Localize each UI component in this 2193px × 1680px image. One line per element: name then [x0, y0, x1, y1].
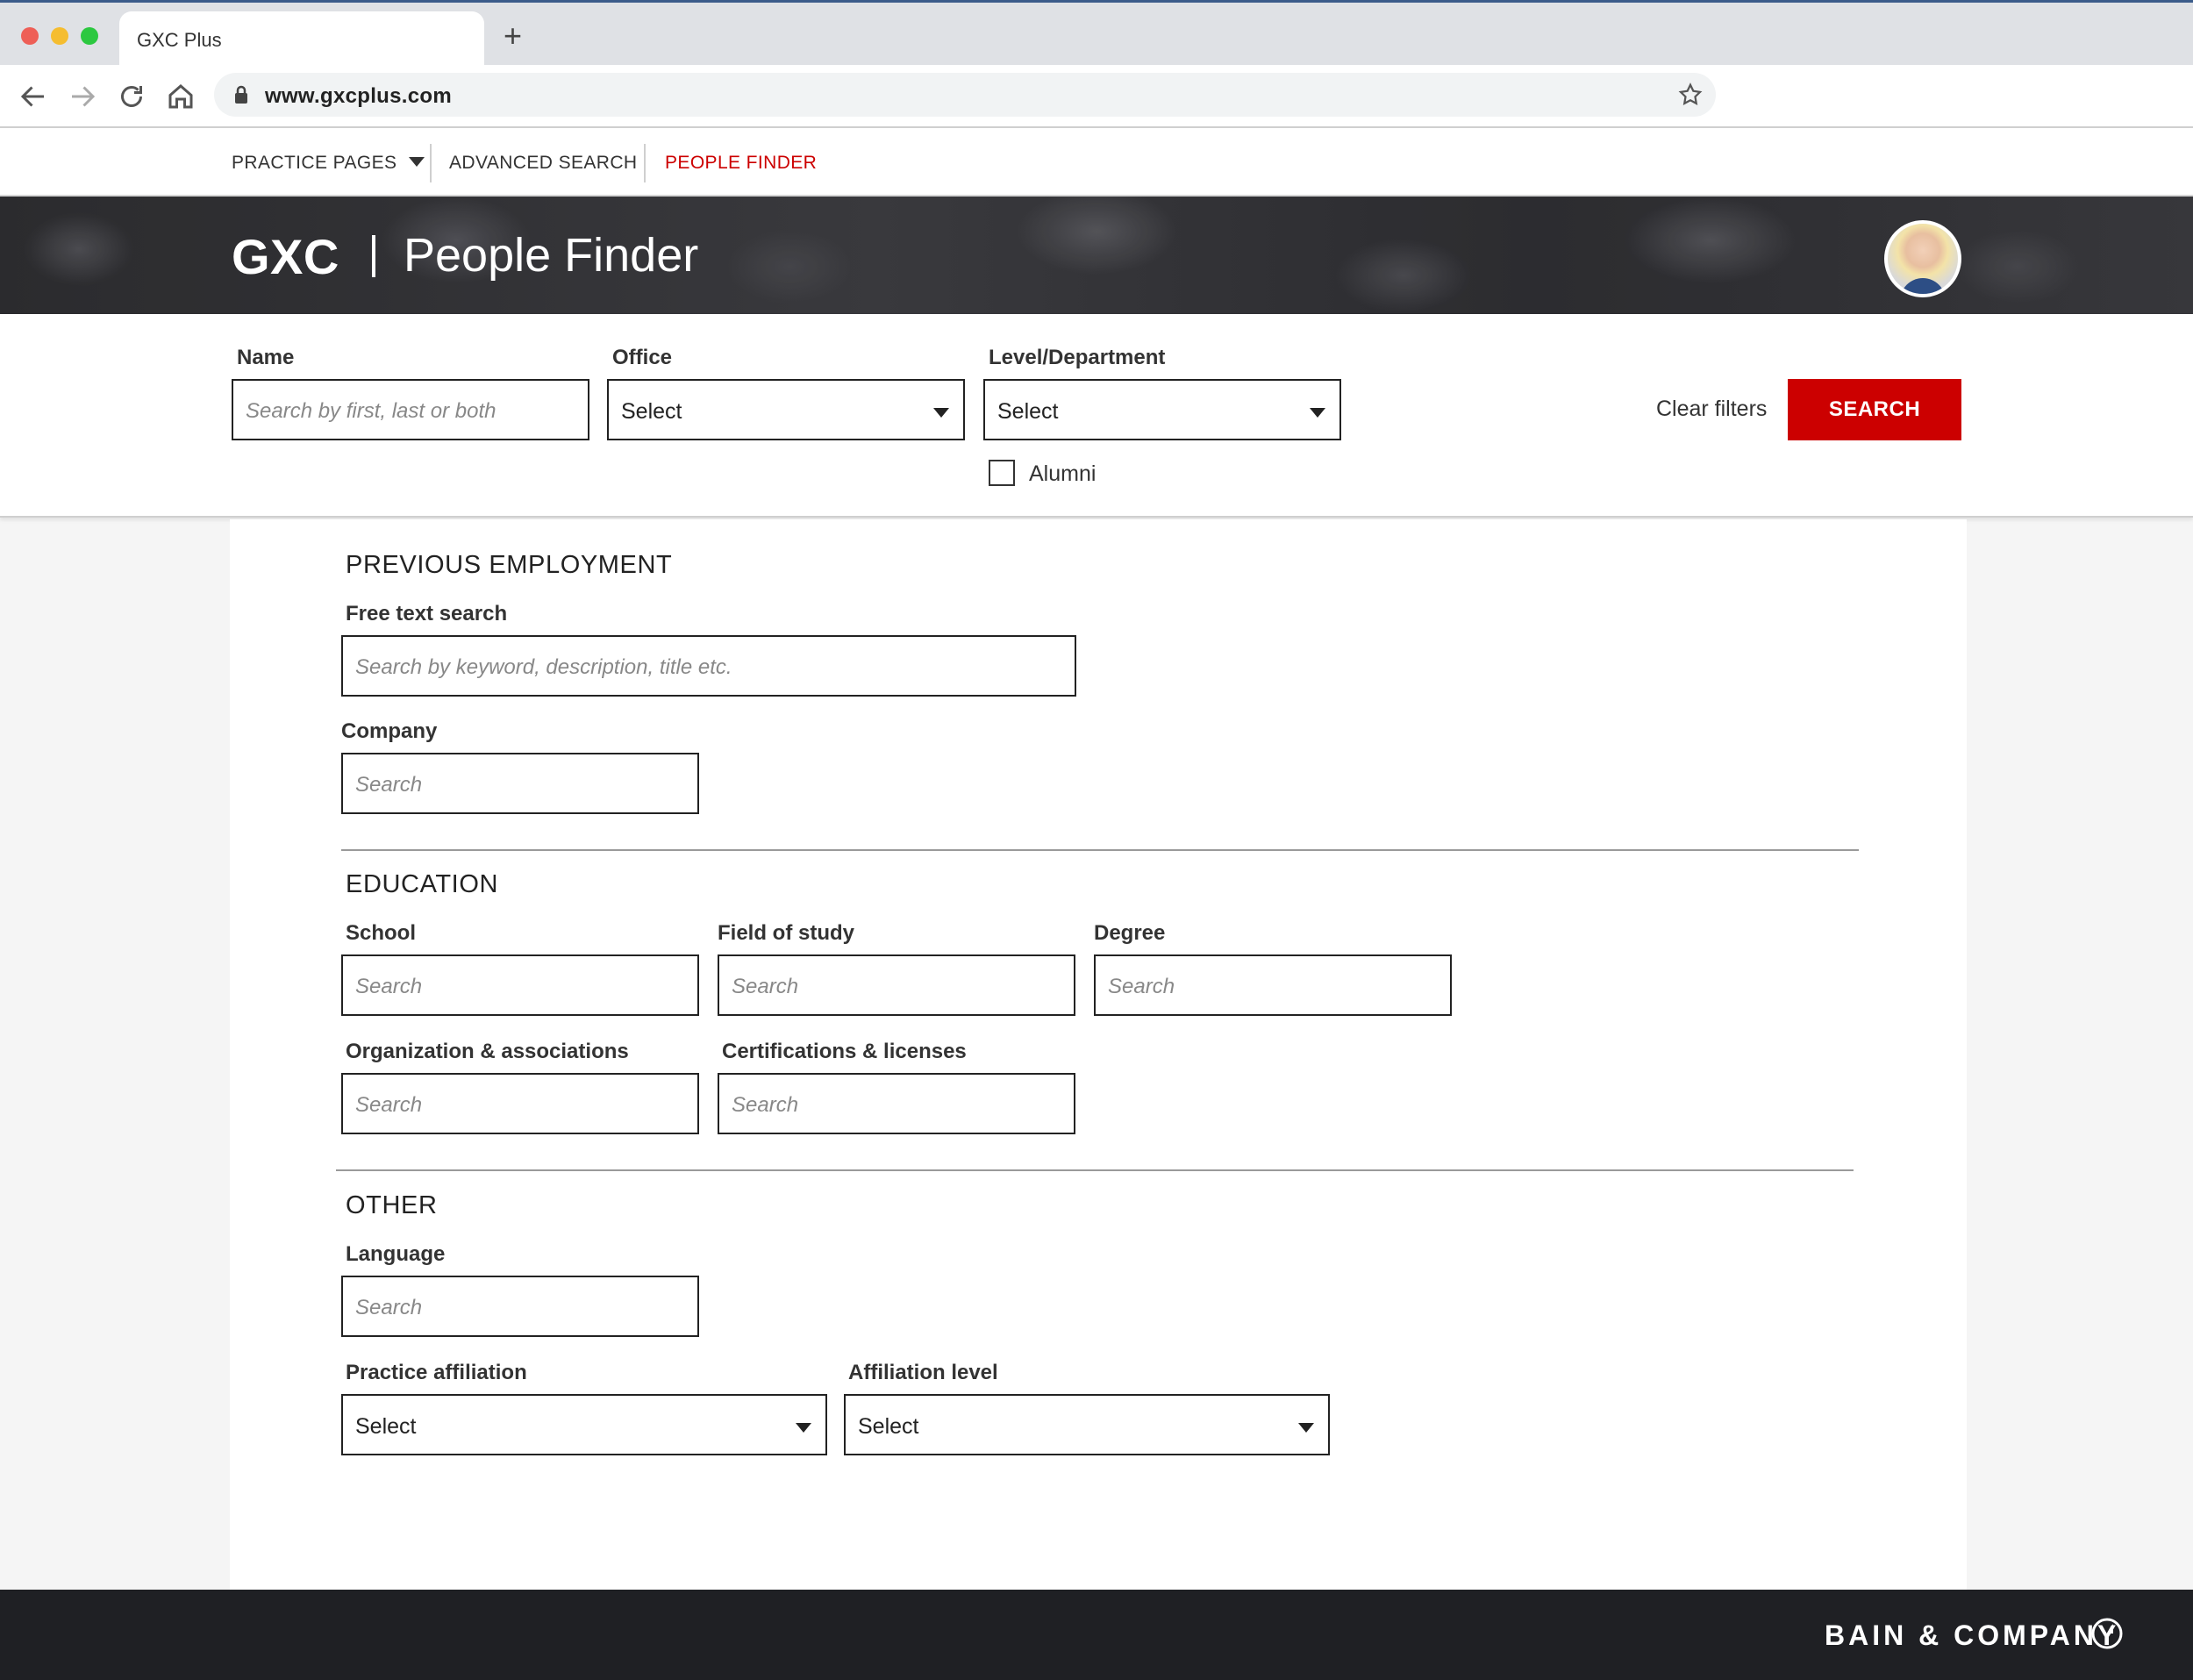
- office-select-value: Select: [621, 399, 682, 424]
- advanced-search-panel: PREVIOUS EMPLOYMENT Free text search Sea…: [230, 519, 1967, 1590]
- bain-logo-icon: [2091, 1618, 2123, 1649]
- reload-icon[interactable]: [116, 81, 147, 112]
- nav-advanced-search[interactable]: ADVANCED SEARCH: [449, 153, 637, 174]
- chevron-down-icon: [1298, 1423, 1314, 1433]
- office-select[interactable]: Select: [607, 379, 965, 440]
- section-divider: [336, 1169, 1854, 1171]
- free-text-label: Free text search: [346, 602, 508, 626]
- maximize-window-button[interactable]: [81, 27, 98, 45]
- field-of-study-search-input[interactable]: Search: [718, 954, 1075, 1016]
- site-nav: PRACTICE PAGES ADVANCED SEARCH PEOPLE FI…: [0, 128, 2193, 197]
- alumni-checkbox[interactable]: [989, 460, 1015, 486]
- brand-title: GXC: [232, 229, 339, 284]
- office-label: Office: [612, 346, 673, 369]
- school-search-input[interactable]: Search: [341, 954, 699, 1016]
- nav-people-finder[interactable]: PEOPLE FINDER: [665, 153, 817, 174]
- clear-filters-link[interactable]: Clear filters: [1656, 397, 1767, 422]
- browser-toolbar: www.gxcplus.com: [0, 65, 2193, 128]
- school-label: School: [346, 921, 417, 945]
- address-bar[interactable]: www.gxcplus.com: [214, 73, 1716, 117]
- minimize-window-button[interactable]: [51, 27, 68, 45]
- nav-practice-pages-label: PRACTICE PAGES: [232, 153, 397, 173]
- name-label: Name: [237, 346, 295, 369]
- level-department-label: Level/Department: [989, 346, 1166, 369]
- nav-divider: [644, 144, 646, 182]
- company-placeholder: Search: [355, 773, 423, 797]
- company-search-input[interactable]: Search: [341, 753, 699, 814]
- certifications-placeholder: Search: [732, 1093, 799, 1117]
- user-avatar[interactable]: [1884, 220, 1961, 297]
- other-title: OTHER: [346, 1191, 438, 1219]
- section-divider: [341, 849, 1859, 851]
- language-placeholder: Search: [355, 1296, 423, 1319]
- affiliation-level-select[interactable]: Select: [844, 1394, 1330, 1455]
- chevron-down-icon: [933, 408, 949, 418]
- language-label: Language: [346, 1242, 446, 1266]
- company-label: Company: [341, 719, 438, 743]
- nav-divider: [430, 144, 432, 182]
- name-search-input[interactable]: Search by first, last or both: [232, 379, 589, 440]
- language-search-input[interactable]: Search: [341, 1276, 699, 1337]
- search-button[interactable]: SEARCH: [1788, 379, 1961, 440]
- name-placeholder: Search by first, last or both: [246, 399, 496, 423]
- nav-practice-pages[interactable]: PRACTICE PAGES: [232, 153, 425, 174]
- affiliation-level-value: Select: [858, 1414, 919, 1439]
- certifications-label: Certifications & licenses: [722, 1040, 967, 1063]
- school-placeholder: Search: [355, 975, 423, 998]
- degree-label: Degree: [1094, 921, 1166, 945]
- alumni-label[interactable]: Alumni: [1029, 461, 1096, 487]
- site-footer: BAIN & COMPANY: [0, 1590, 2193, 1680]
- footer-brand: BAIN & COMPANY: [1825, 1619, 2120, 1651]
- level-select-value: Select: [997, 399, 1059, 424]
- organizations-placeholder: Search: [355, 1093, 423, 1117]
- degree-search-input[interactable]: Search: [1094, 954, 1452, 1016]
- practice-affiliation-label: Practice affiliation: [346, 1361, 527, 1384]
- previous-employment-title: PREVIOUS EMPLOYMENT: [346, 551, 673, 579]
- affiliation-level-label: Affiliation level: [848, 1361, 998, 1384]
- education-title: EDUCATION: [346, 870, 499, 898]
- new-tab-button[interactable]: +: [504, 20, 522, 52]
- field-of-study-placeholder: Search: [732, 975, 799, 998]
- lock-icon: [235, 85, 247, 104]
- title-divider: [372, 235, 375, 277]
- organizations-label: Organization & associations: [346, 1040, 629, 1063]
- browser-tab[interactable]: GXC Plus: [119, 11, 484, 68]
- free-text-search-input[interactable]: Search by keyword, description, title et…: [341, 635, 1076, 697]
- practice-affiliation-select[interactable]: Select: [341, 1394, 827, 1455]
- certifications-search-input[interactable]: Search: [718, 1073, 1075, 1134]
- close-window-button[interactable]: [21, 27, 39, 45]
- hero-banner: GXC People Finder: [0, 197, 2193, 314]
- forward-arrow-icon[interactable]: [67, 81, 98, 112]
- url-text: www.gxcplus.com: [265, 84, 452, 108]
- level-department-select[interactable]: Select: [983, 379, 1341, 440]
- practice-affiliation-value: Select: [355, 1414, 417, 1439]
- organizations-search-input[interactable]: Search: [341, 1073, 699, 1134]
- primary-filters: Name Search by first, last or both Offic…: [0, 314, 2193, 518]
- page-title: People Finder: [404, 229, 699, 282]
- tab-title: GXC Plus: [137, 29, 222, 51]
- browser-tabstrip: GXC Plus +: [0, 0, 2193, 68]
- chevron-down-icon: [1310, 408, 1325, 418]
- chevron-down-icon: [409, 157, 425, 167]
- back-arrow-icon[interactable]: [18, 81, 49, 112]
- degree-placeholder: Search: [1108, 975, 1175, 998]
- field-of-study-label: Field of study: [718, 921, 854, 945]
- home-icon[interactable]: [165, 81, 196, 112]
- free-text-placeholder: Search by keyword, description, title et…: [355, 655, 732, 679]
- chevron-down-icon: [796, 1423, 811, 1433]
- bookmark-star-icon[interactable]: [1677, 82, 1704, 108]
